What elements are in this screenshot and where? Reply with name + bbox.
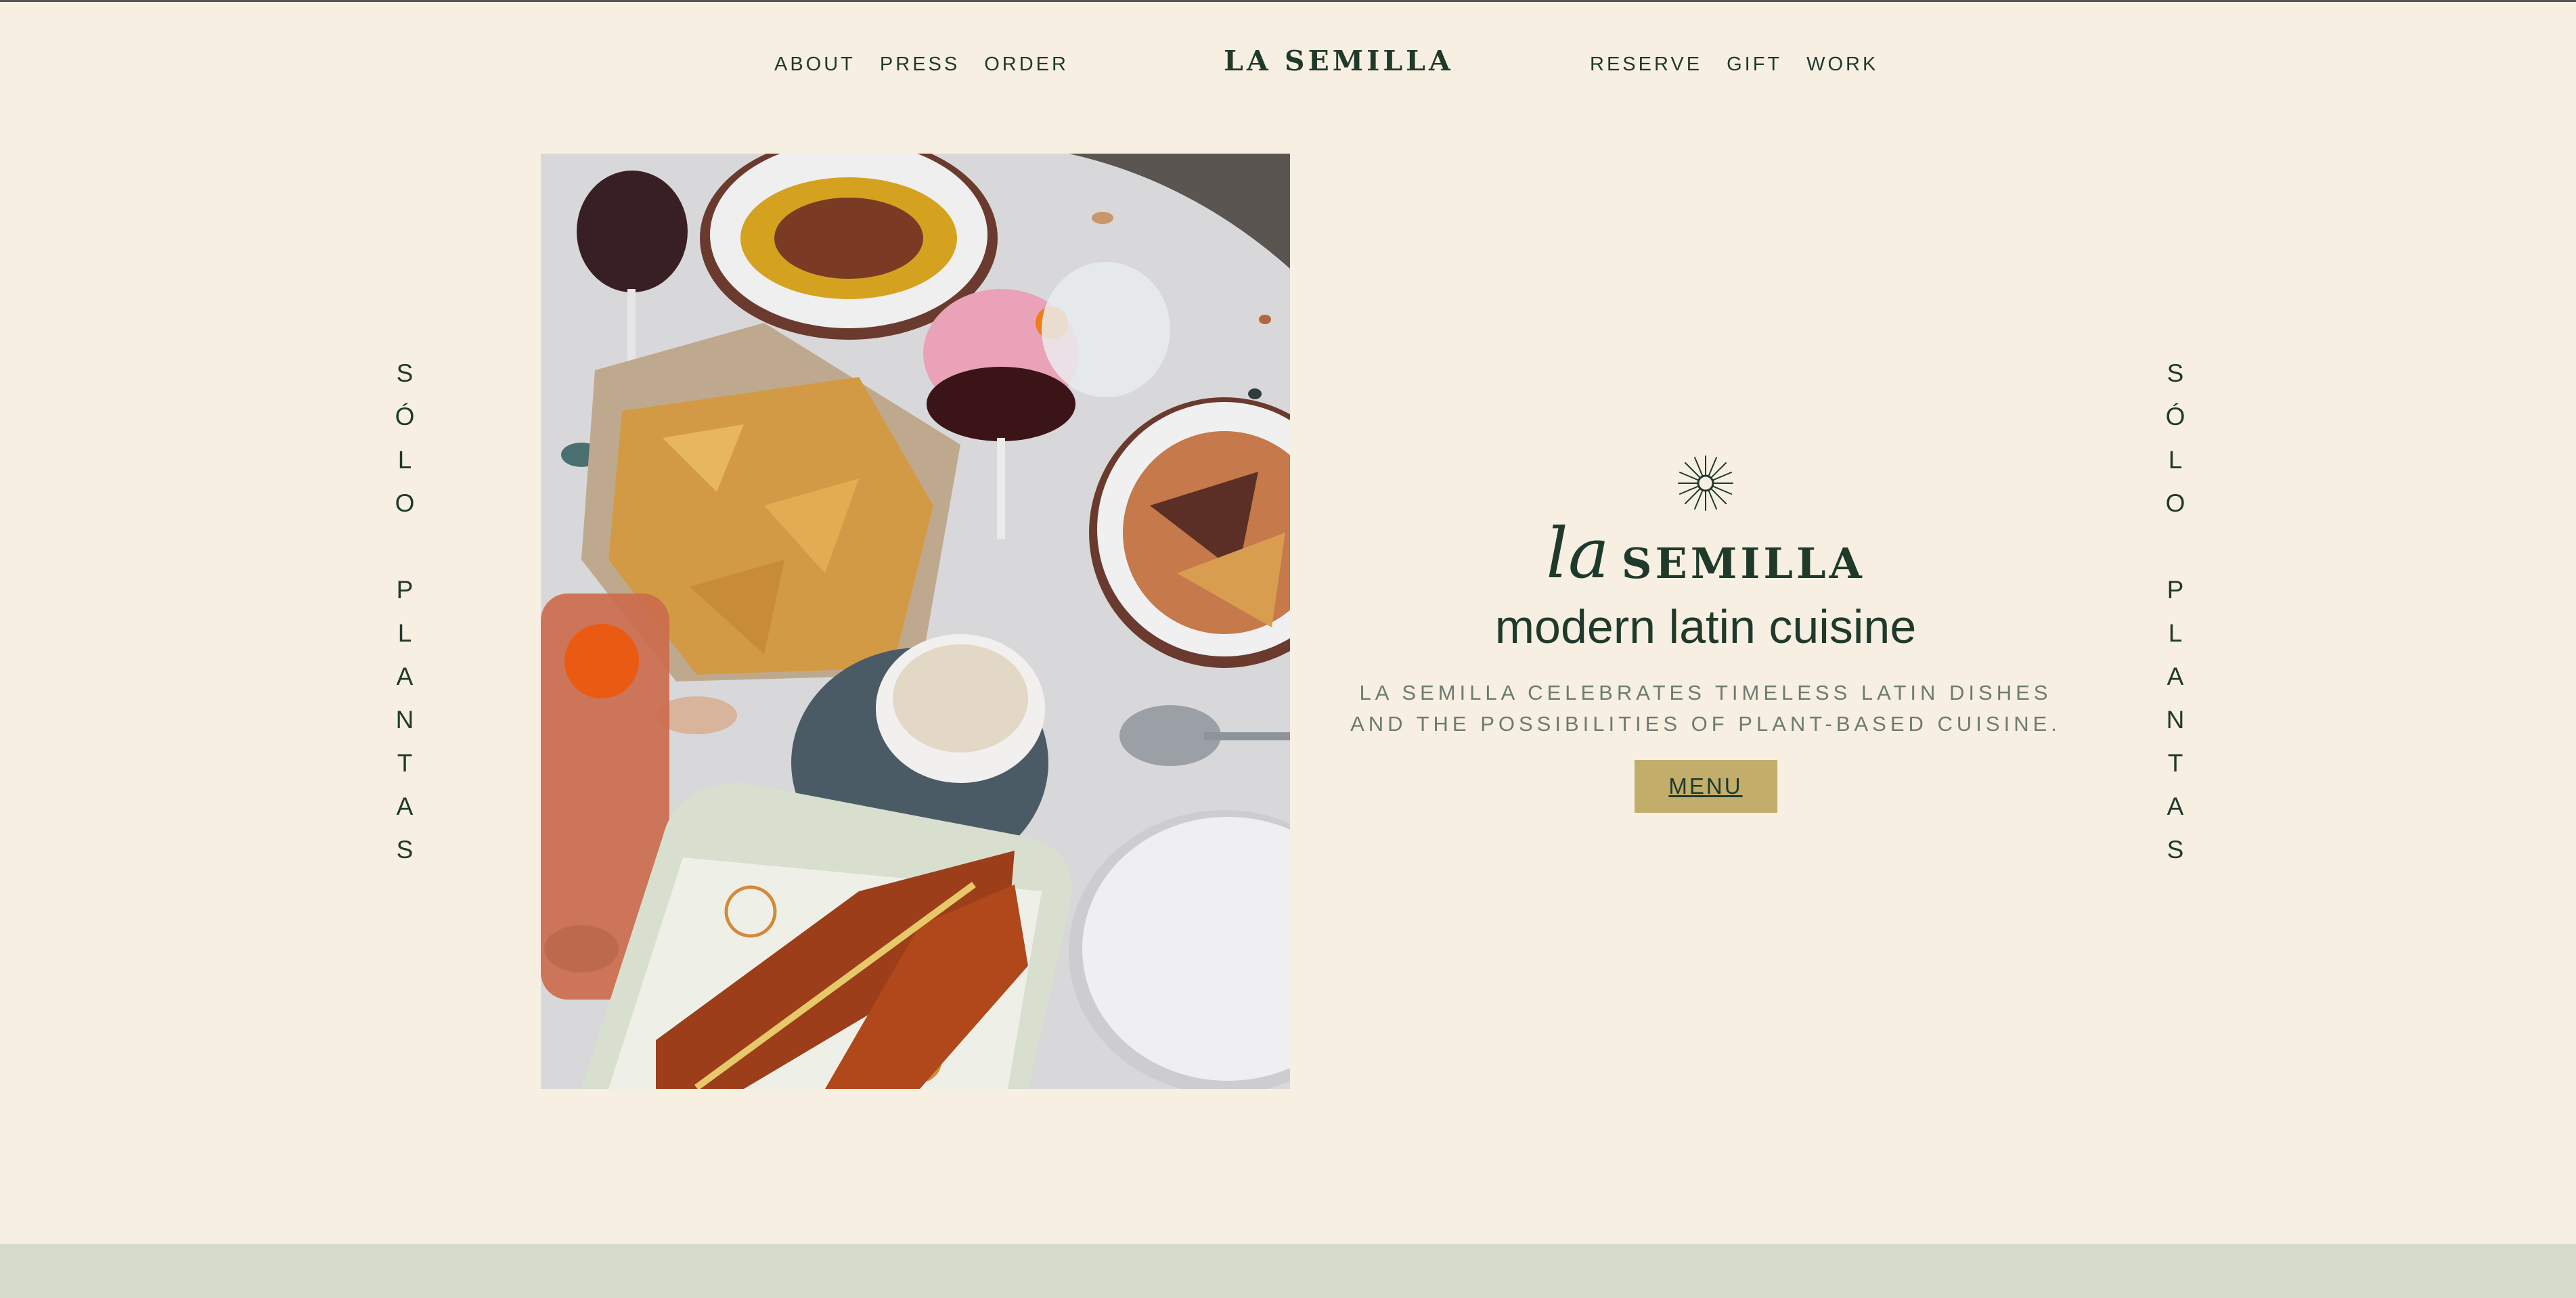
logo-script: la [1546,514,1609,594]
side-letter: N [395,706,414,734]
side-spacer [2155,525,2196,568]
side-letter: A [2167,663,2184,690]
side-letter: N [2166,706,2185,734]
description-line: LA SEMILLA CELEBRATES TIMELESS LATIN DIS… [1359,680,2052,704]
side-letter: L [2168,446,2183,474]
side-letter: T [2167,749,2183,777]
side-letter: O [2165,489,2185,517]
nav-link-reserve[interactable]: RESERVE [1590,53,1702,76]
side-letter: Ó [395,403,415,430]
side-letter: L [397,619,412,647]
food-photo [541,154,1290,1089]
logo-word: SEMILLA [1621,539,1865,588]
nav-left: ABOUT PRESS ORDER [774,47,1093,81]
hero-description: LA SEMILLA CELEBRATES TIMELESS LATIN DIS… [1347,677,2064,740]
side-letter: T [397,749,413,777]
side-text-left: S Ó L O P L A N T A S [384,352,425,872]
nav-link-gift[interactable]: GIFT [1727,53,1782,76]
side-spacer [384,525,425,568]
hero-logo: la SEMILLA [1347,514,2064,589]
nav-right: RESERVE GIFT WORK [1590,47,1903,81]
side-letter: S [396,836,414,864]
menu-button[interactable]: MENU [1634,759,1777,813]
hero-content: la SEMILLA modern latin cuisine LA SEMIL… [1347,455,2064,813]
footer-band [0,1244,2576,1298]
side-letter: Ó [2165,403,2185,430]
top-border [0,0,2576,2]
hero-tagline: modern latin cuisine [1494,600,1917,653]
side-letter: L [2168,619,2183,647]
description-line: AND THE POSSIBILITIES OF PLANT-BASED CUI… [1350,711,2061,736]
side-letter: A [396,792,414,820]
side-letter: P [2167,576,2184,604]
nav-link-press[interactable]: PRESS [880,53,960,76]
sun-icon [1678,455,1733,511]
side-letter: O [395,489,415,517]
nav-link-order[interactable]: ORDER [984,53,1069,76]
nav-link-about[interactable]: ABOUT [774,53,856,76]
side-letter: S [2167,836,2184,864]
side-letter: P [396,576,414,604]
side-letter: A [396,663,414,690]
nav-link-work[interactable]: WORK [1806,53,1878,76]
side-text-right: S Ó L O P L A N T A S [2155,352,2196,872]
side-letter: S [2167,359,2184,387]
side-letter: L [397,446,412,474]
side-letter: S [396,359,414,387]
brand-logo-link[interactable]: LA SEMILLA [1224,45,1454,77]
side-letter: A [2167,792,2184,820]
